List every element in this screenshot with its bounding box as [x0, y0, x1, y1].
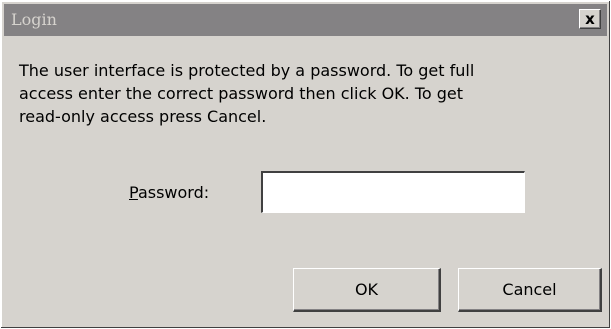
password-label-mnemonic: P	[129, 183, 138, 202]
window-title: Login	[11, 10, 57, 29]
password-label: Password:	[129, 183, 209, 203]
password-input[interactable]	[261, 171, 525, 213]
title-bar[interactable]: Login x	[4, 4, 607, 36]
dialog-message: The user interface is protected by a pas…	[19, 61, 475, 126]
password-label-text: assword:	[137, 183, 210, 202]
close-icon: x	[585, 9, 595, 28]
close-button[interactable]: x	[579, 9, 601, 29]
login-dialog: Login x The user interface is protected …	[0, 0, 611, 329]
ok-button[interactable]: OK	[293, 268, 441, 312]
cancel-button[interactable]: Cancel	[458, 268, 602, 312]
